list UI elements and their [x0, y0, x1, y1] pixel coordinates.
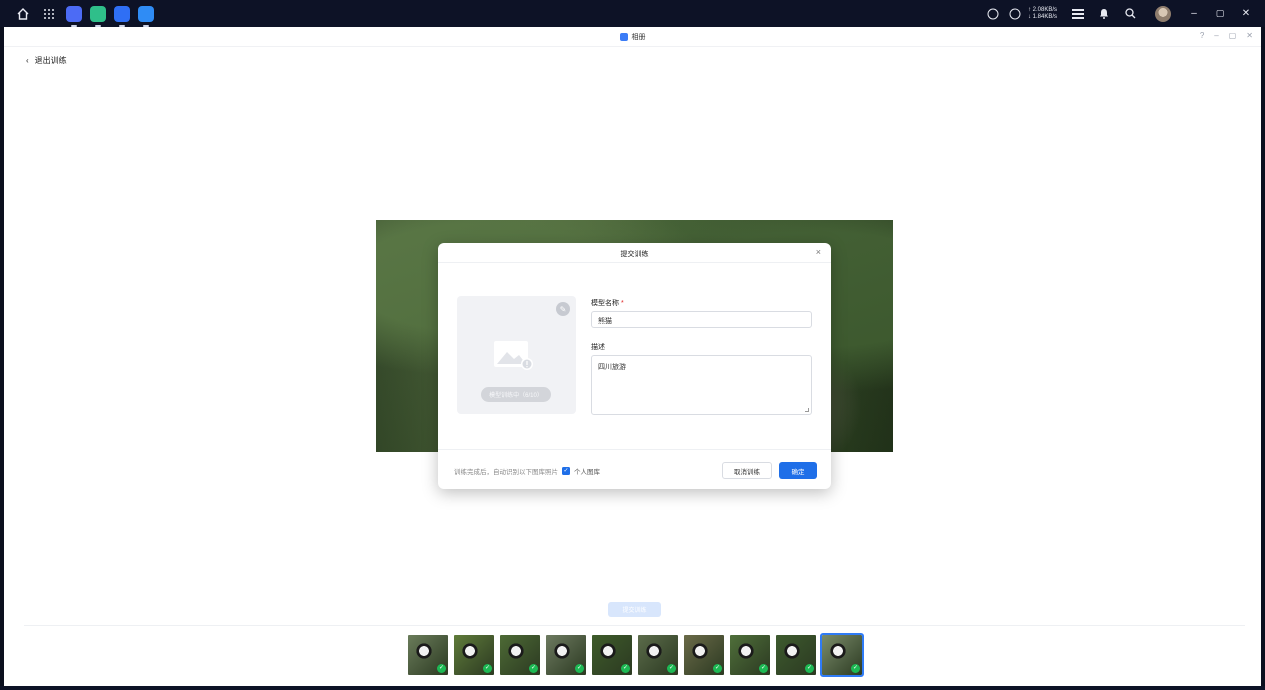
photo-thumbnail[interactable]: ✓	[408, 635, 448, 675]
dialog-title: 提交训练	[620, 251, 649, 258]
model-name-label-text: 模型名称	[591, 300, 619, 307]
backup-app-icon[interactable]	[90, 5, 106, 27]
cancel-training-button[interactable]: 取消训练	[722, 462, 772, 479]
submit-training-button[interactable]: 提交训练	[608, 602, 661, 617]
exit-training-label: 退出训练	[34, 56, 67, 65]
selected-check-icon: ✓	[759, 664, 768, 673]
minimize-icon[interactable]: –	[1214, 31, 1218, 40]
image-placeholder-icon	[494, 341, 533, 370]
photos-app-icon	[619, 33, 628, 41]
bell-icon[interactable]	[1095, 5, 1113, 23]
taskbar-right: ↑ 2.08KB/s ↓ 1.84KB/s – ▢ ✕	[984, 0, 1255, 27]
thumbnail-strip: ✓ ✓ ✓ ✓ ✓ ✓ ✓ ✓ ✓ ✓	[408, 633, 864, 677]
photos-app-icon[interactable]	[138, 5, 154, 27]
selected-check-icon: ✓	[621, 664, 630, 673]
photo-thumbnail[interactable]: ✓	[592, 635, 632, 675]
photo-thumbnail[interactable]: ✓	[776, 635, 816, 675]
model-name-input[interactable]: 熊猫	[591, 311, 812, 328]
task-manager-icon[interactable]	[1069, 5, 1087, 23]
window-controls: ? – ▢ ✕	[1200, 31, 1253, 40]
restore-icon[interactable]: ▢	[1211, 5, 1229, 23]
photo-thumbnail[interactable]: ✓	[546, 635, 586, 675]
photos-window: 相册 ? – ▢ ✕ ‹ 退出训练 提交训练 × ✎ 模型训练中（6/10） 模…	[4, 27, 1261, 686]
maximize-icon[interactable]: ▢	[1229, 31, 1237, 40]
selected-check-icon: ✓	[437, 664, 446, 673]
selected-check-icon: ✓	[851, 664, 860, 673]
cpu-gauge-icon[interactable]	[984, 5, 1002, 23]
description-label: 描述	[591, 344, 605, 351]
photo-thumbnail[interactable]: ✓	[820, 633, 864, 677]
edit-icon[interactable]: ✎	[556, 302, 570, 316]
personal-library-checkbox[interactable]: ✓	[562, 467, 570, 475]
close-icon[interactable]: ×	[816, 247, 821, 257]
files-app-icon[interactable]	[114, 5, 130, 27]
window-title: 相册	[619, 32, 646, 42]
taskbar-left	[14, 0, 162, 27]
confirm-button[interactable]: 确定	[779, 462, 817, 479]
training-progress-pill: 模型训练中（6/10）	[481, 387, 551, 402]
required-mark: *	[620, 300, 624, 307]
minimize-icon[interactable]: –	[1185, 5, 1203, 23]
help-icon[interactable]: ?	[1200, 31, 1204, 40]
network-speed: ↑ 2.08KB/s ↓ 1.84KB/s	[1028, 7, 1057, 21]
selected-check-icon: ✓	[713, 664, 722, 673]
chevron-left-icon: ‹	[26, 56, 29, 65]
window-titlebar: 相册 ? – ▢ ✕	[4, 27, 1261, 47]
selected-check-icon: ✓	[483, 664, 492, 673]
photo-thumbnail[interactable]: ✓	[454, 635, 494, 675]
resize-handle[interactable]	[805, 408, 809, 412]
personal-library-label[interactable]: 个人图库	[574, 466, 600, 476]
close-icon[interactable]: ✕	[1237, 5, 1255, 23]
description-textarea[interactable]: 四川旅游	[591, 355, 812, 415]
dialog-header: 提交训练 ×	[438, 243, 831, 263]
selected-check-icon: ✓	[529, 664, 538, 673]
home-icon[interactable]	[14, 5, 32, 23]
footer-note: 训练完成后，自动识别以下图库照片 ✓ 个人图库	[454, 466, 600, 476]
model-cover[interactable]: ✎ 模型训练中（6/10）	[457, 296, 576, 414]
selected-check-icon: ✓	[667, 664, 676, 673]
divider	[24, 625, 1245, 626]
video-app-icon[interactable]	[66, 5, 82, 27]
submit-training-dialog: 提交训练 × ✎ 模型训练中（6/10） 模型名称 * 熊猫 描述 四川旅游 训…	[438, 243, 831, 489]
dialog-footer: 训练完成后，自动识别以下图库照片 ✓ 个人图库 取消训练 确定	[438, 449, 831, 489]
footer-note-text: 训练完成后，自动识别以下图库照片	[454, 469, 558, 476]
search-icon[interactable]	[1121, 5, 1139, 23]
net-up: ↑ 2.08KB/s	[1027, 6, 1057, 13]
taskbar: ↑ 2.08KB/s ↓ 1.84KB/s – ▢ ✕	[0, 0, 1265, 27]
selected-check-icon: ✓	[805, 664, 814, 673]
screen-bottom-edge	[0, 686, 1265, 690]
net-down: ↓ 1.84KB/s	[1027, 13, 1057, 20]
exit-training-link[interactable]: ‹ 退出训练	[26, 55, 67, 66]
photo-thumbnail[interactable]: ✓	[684, 635, 724, 675]
close-icon[interactable]: ✕	[1246, 31, 1253, 40]
photo-thumbnail[interactable]: ✓	[500, 635, 540, 675]
description-text: 四川旅游	[598, 364, 626, 371]
window-title-text: 相册	[631, 34, 646, 41]
photo-thumbnail[interactable]: ✓	[730, 635, 770, 675]
selected-check-icon: ✓	[575, 664, 584, 673]
ram-gauge-icon[interactable]	[1006, 5, 1024, 23]
avatar[interactable]	[1155, 5, 1171, 22]
model-name-label: 模型名称 *	[591, 298, 624, 308]
photo-thumbnail[interactable]: ✓	[638, 635, 678, 675]
apps-grid-icon[interactable]	[40, 5, 58, 23]
